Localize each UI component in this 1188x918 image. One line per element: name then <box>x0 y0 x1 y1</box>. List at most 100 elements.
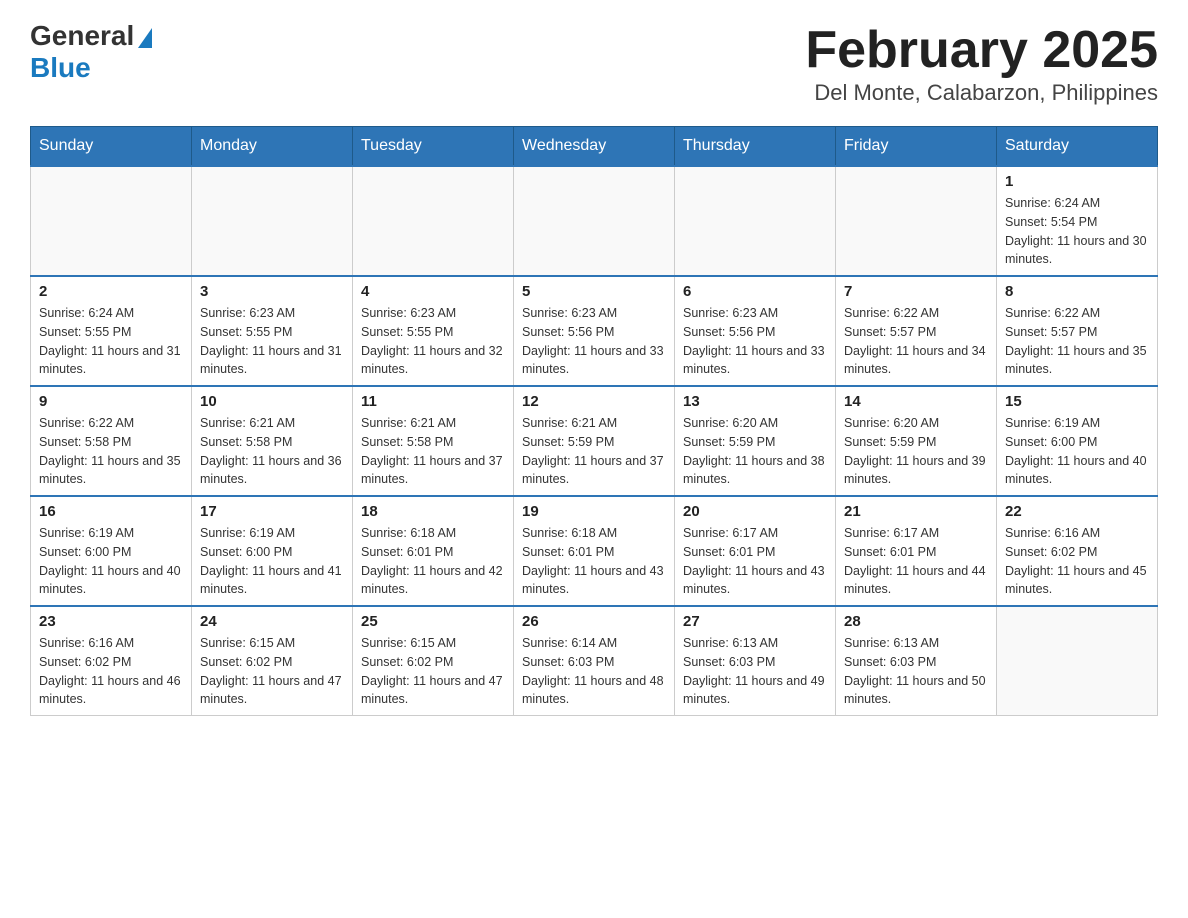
table-row: 7 Sunrise: 6:22 AM Sunset: 5:57 PM Daylig… <box>836 276 997 386</box>
day-number: 18 <box>361 503 505 520</box>
day-number: 8 <box>1005 283 1149 300</box>
calendar-week-row: 9 Sunrise: 6:22 AM Sunset: 5:58 PM Daylig… <box>31 386 1158 496</box>
day-number: 23 <box>39 613 183 630</box>
day-info: Sunrise: 6:13 AM Sunset: 6:03 PM Dayligh… <box>844 634 988 709</box>
table-row: 1 Sunrise: 6:24 AM Sunset: 5:54 PM Daylig… <box>997 166 1158 276</box>
table-row <box>31 166 192 276</box>
day-info: Sunrise: 6:23 AM Sunset: 5:56 PM Dayligh… <box>683 304 827 379</box>
day-info: Sunrise: 6:16 AM Sunset: 6:02 PM Dayligh… <box>39 634 183 709</box>
col-saturday: Saturday <box>997 127 1158 167</box>
table-row <box>514 166 675 276</box>
day-info: Sunrise: 6:18 AM Sunset: 6:01 PM Dayligh… <box>522 524 666 599</box>
table-row: 17 Sunrise: 6:19 AM Sunset: 6:00 PM Dayli… <box>192 496 353 606</box>
table-row: 11 Sunrise: 6:21 AM Sunset: 5:58 PM Dayli… <box>353 386 514 496</box>
table-row: 8 Sunrise: 6:22 AM Sunset: 5:57 PM Daylig… <box>997 276 1158 386</box>
day-number: 24 <box>200 613 344 630</box>
page-title: February 2025 <box>805 20 1158 80</box>
day-info: Sunrise: 6:24 AM Sunset: 5:55 PM Dayligh… <box>39 304 183 379</box>
day-info: Sunrise: 6:24 AM Sunset: 5:54 PM Dayligh… <box>1005 194 1149 269</box>
day-number: 13 <box>683 393 827 410</box>
table-row <box>192 166 353 276</box>
day-info: Sunrise: 6:20 AM Sunset: 5:59 PM Dayligh… <box>683 414 827 489</box>
day-number: 1 <box>1005 173 1149 190</box>
day-number: 4 <box>361 283 505 300</box>
day-info: Sunrise: 6:19 AM Sunset: 6:00 PM Dayligh… <box>1005 414 1149 489</box>
table-row <box>353 166 514 276</box>
day-number: 22 <box>1005 503 1149 520</box>
day-number: 26 <box>522 613 666 630</box>
table-row: 14Sunrise: 6:20 AM Sunset: 5:59 PM Dayli… <box>836 386 997 496</box>
day-info: Sunrise: 6:15 AM Sunset: 6:02 PM Dayligh… <box>361 634 505 709</box>
day-info: Sunrise: 6:14 AM Sunset: 6:03 PM Dayligh… <box>522 634 666 709</box>
day-number: 15 <box>1005 393 1149 410</box>
day-number: 16 <box>39 503 183 520</box>
day-info: Sunrise: 6:16 AM Sunset: 6:02 PM Dayligh… <box>1005 524 1149 599</box>
day-info: Sunrise: 6:18 AM Sunset: 6:01 PM Dayligh… <box>361 524 505 599</box>
col-wednesday: Wednesday <box>514 127 675 167</box>
page-header: General Blue February 2025 Del Monte, Ca… <box>30 20 1158 106</box>
day-info: Sunrise: 6:23 AM Sunset: 5:55 PM Dayligh… <box>361 304 505 379</box>
table-row: 13 Sunrise: 6:20 AM Sunset: 5:59 PM Dayli… <box>675 386 836 496</box>
day-number: 20 <box>683 503 827 520</box>
day-info: Sunrise: 6:22 AM Sunset: 5:57 PM Dayligh… <box>844 304 988 379</box>
day-number: 10 <box>200 393 344 410</box>
col-monday: Monday <box>192 127 353 167</box>
table-row: 18 Sunrise: 6:18 AM Sunset: 6:01 PM Dayli… <box>353 496 514 606</box>
title-section: February 2025 Del Monte, Calabarzon, Phi… <box>805 20 1158 106</box>
logo-general-text: General <box>30 20 134 52</box>
day-info: Sunrise: 6:21 AM Sunset: 5:58 PM Dayligh… <box>200 414 344 489</box>
day-number: 21 <box>844 503 988 520</box>
table-row: 10 Sunrise: 6:21 AM Sunset: 5:58 PM Dayli… <box>192 386 353 496</box>
table-row: 20 Sunrise: 6:17 AM Sunset: 6:01 PM Dayli… <box>675 496 836 606</box>
calendar-week-row: 1 Sunrise: 6:24 AM Sunset: 5:54 PM Daylig… <box>31 166 1158 276</box>
table-row: 12 Sunrise: 6:21 AM Sunset: 5:59 PM Dayli… <box>514 386 675 496</box>
day-info: Sunrise: 6:22 AM Sunset: 5:58 PM Dayligh… <box>39 414 183 489</box>
logo: General Blue <box>30 20 152 84</box>
col-tuesday: Tuesday <box>353 127 514 167</box>
day-number: 12 <box>522 393 666 410</box>
day-number: 19 <box>522 503 666 520</box>
calendar-week-row: 2Sunrise: 6:24 AM Sunset: 5:55 PM Daylig… <box>31 276 1158 386</box>
calendar-week-row: 23 Sunrise: 6:16 AM Sunset: 6:02 PM Dayli… <box>31 606 1158 716</box>
day-info: Sunrise: 6:21 AM Sunset: 5:58 PM Dayligh… <box>361 414 505 489</box>
table-row <box>997 606 1158 716</box>
day-number: 27 <box>683 613 827 630</box>
table-row: 16 Sunrise: 6:19 AM Sunset: 6:00 PM Dayli… <box>31 496 192 606</box>
day-info: Sunrise: 6:23 AM Sunset: 5:56 PM Dayligh… <box>522 304 666 379</box>
table-row: 4 Sunrise: 6:23 AM Sunset: 5:55 PM Daylig… <box>353 276 514 386</box>
table-row: 5 Sunrise: 6:23 AM Sunset: 5:56 PM Daylig… <box>514 276 675 386</box>
table-row: 6 Sunrise: 6:23 AM Sunset: 5:56 PM Daylig… <box>675 276 836 386</box>
col-thursday: Thursday <box>675 127 836 167</box>
day-info: Sunrise: 6:13 AM Sunset: 6:03 PM Dayligh… <box>683 634 827 709</box>
day-info: Sunrise: 6:17 AM Sunset: 6:01 PM Dayligh… <box>683 524 827 599</box>
calendar-header-row: Sunday Monday Tuesday Wednesday Thursday… <box>31 127 1158 167</box>
day-number: 5 <box>522 283 666 300</box>
table-row: 2Sunrise: 6:24 AM Sunset: 5:55 PM Daylig… <box>31 276 192 386</box>
calendar-week-row: 16 Sunrise: 6:19 AM Sunset: 6:00 PM Dayli… <box>31 496 1158 606</box>
table-row: 19 Sunrise: 6:18 AM Sunset: 6:01 PM Dayli… <box>514 496 675 606</box>
day-info: Sunrise: 6:21 AM Sunset: 5:59 PM Dayligh… <box>522 414 666 489</box>
col-friday: Friday <box>836 127 997 167</box>
table-row: 9 Sunrise: 6:22 AM Sunset: 5:58 PM Daylig… <box>31 386 192 496</box>
calendar-table: Sunday Monday Tuesday Wednesday Thursday… <box>30 126 1158 716</box>
logo-blue-text: Blue <box>30 52 91 84</box>
table-row: 22 Sunrise: 6:16 AM Sunset: 6:02 PM Dayli… <box>997 496 1158 606</box>
day-info: Sunrise: 6:19 AM Sunset: 6:00 PM Dayligh… <box>200 524 344 599</box>
day-number: 3 <box>200 283 344 300</box>
day-number: 7 <box>844 283 988 300</box>
day-number: 17 <box>200 503 344 520</box>
table-row: 27 Sunrise: 6:13 AM Sunset: 6:03 PM Dayli… <box>675 606 836 716</box>
day-number: 14 <box>844 393 988 410</box>
day-number: 11 <box>361 393 505 410</box>
day-number: 6 <box>683 283 827 300</box>
day-number: 9 <box>39 393 183 410</box>
day-info: Sunrise: 6:22 AM Sunset: 5:57 PM Dayligh… <box>1005 304 1149 379</box>
table-row <box>675 166 836 276</box>
day-info: Sunrise: 6:15 AM Sunset: 6:02 PM Dayligh… <box>200 634 344 709</box>
table-row: 24 Sunrise: 6:15 AM Sunset: 6:02 PM Dayli… <box>192 606 353 716</box>
table-row <box>836 166 997 276</box>
day-info: Sunrise: 6:19 AM Sunset: 6:00 PM Dayligh… <box>39 524 183 599</box>
table-row: 21Sunrise: 6:17 AM Sunset: 6:01 PM Dayli… <box>836 496 997 606</box>
table-row: 26 Sunrise: 6:14 AM Sunset: 6:03 PM Dayli… <box>514 606 675 716</box>
day-number: 28 <box>844 613 988 630</box>
